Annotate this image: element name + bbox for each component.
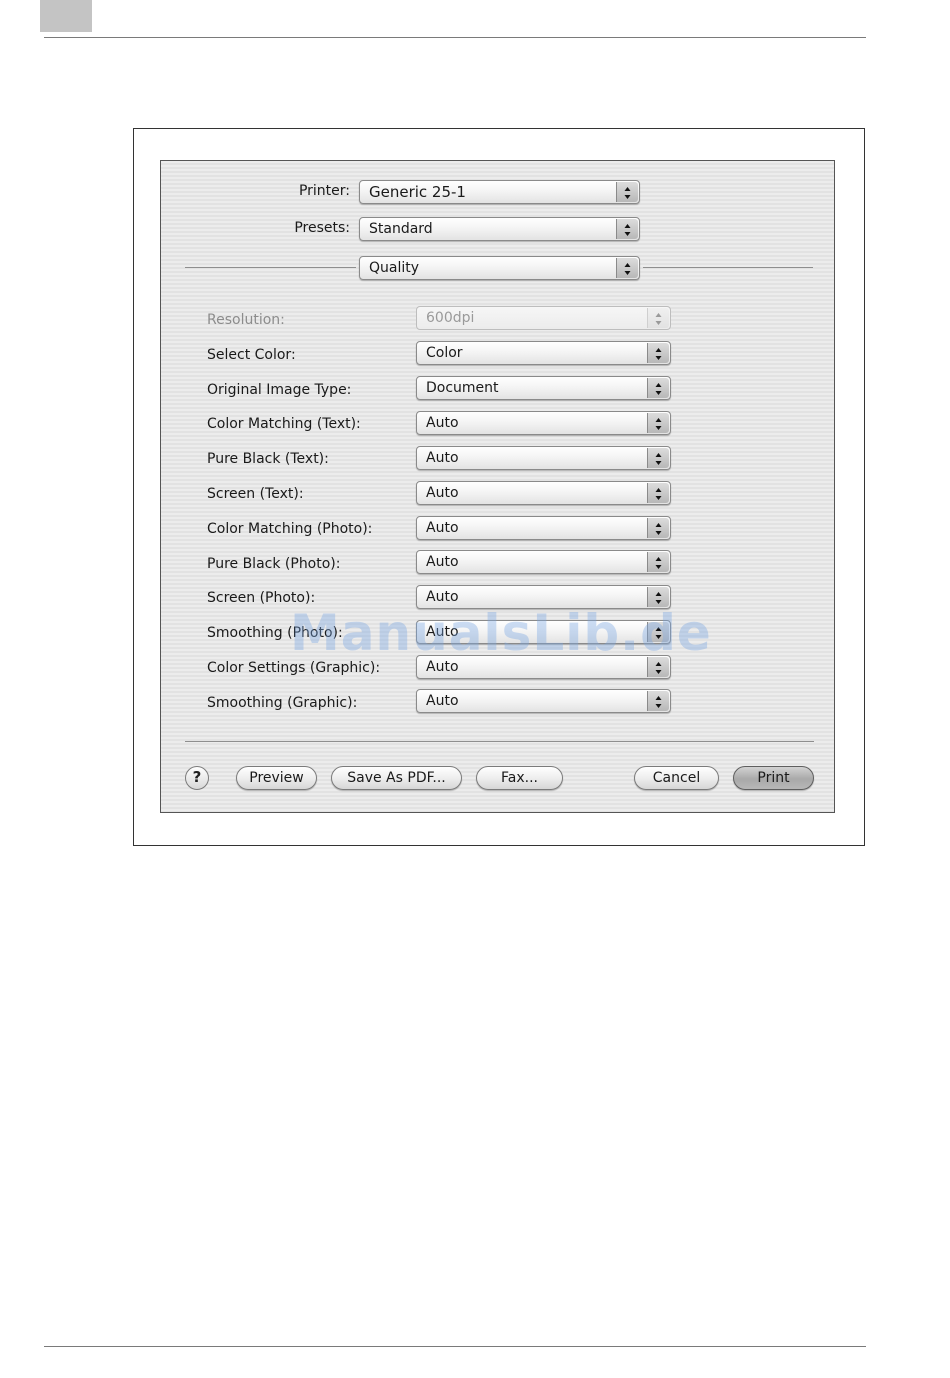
up-down-arrows-icon xyxy=(647,483,669,503)
presets-select[interactable]: Standard xyxy=(359,217,640,241)
smoothing-graphic-label: Smoothing (Graphic): xyxy=(207,695,358,711)
select-color-value: Color xyxy=(426,345,463,361)
panel-value: Quality xyxy=(369,260,420,276)
pure-black-text-label: Pure Black (Text): xyxy=(207,451,329,467)
screen-photo-select[interactable]: Auto xyxy=(416,585,671,609)
panel-separator-left xyxy=(185,267,356,268)
up-down-arrows-icon xyxy=(647,308,669,328)
color-matching-text-label: Color Matching (Text): xyxy=(207,416,361,432)
color-matching-text-select[interactable]: Auto xyxy=(416,411,671,435)
screen-photo-label: Screen (Photo): xyxy=(207,590,316,606)
select-color-label: Select Color: xyxy=(207,347,296,363)
panel-select[interactable]: Quality xyxy=(359,256,640,280)
up-down-arrows-icon xyxy=(647,552,669,572)
smoothing-photo-label: Smoothing (Photo): xyxy=(207,625,343,641)
smoothing-photo-select[interactable]: Auto xyxy=(416,620,671,644)
up-down-arrows-icon xyxy=(647,518,669,538)
printer-select[interactable]: Generic 25-1 xyxy=(359,180,640,204)
page-header-rule xyxy=(44,37,866,38)
screen-text-select[interactable]: Auto xyxy=(416,481,671,505)
buttons-separator xyxy=(185,741,814,742)
select-color-select[interactable]: Color xyxy=(416,341,671,365)
pure-black-text-value: Auto xyxy=(426,450,459,466)
resolution-value: 600dpi xyxy=(426,310,475,326)
resolution-label: Resolution: xyxy=(207,312,285,328)
up-down-arrows-icon xyxy=(647,448,669,468)
color-matching-text-value: Auto xyxy=(426,415,459,431)
pure-black-photo-select[interactable]: Auto xyxy=(416,550,671,574)
original-image-type-select[interactable]: Document xyxy=(416,376,671,400)
original-image-type-label: Original Image Type: xyxy=(207,382,352,398)
resolution-select: 600dpi xyxy=(416,306,671,330)
up-down-arrows-icon xyxy=(647,657,669,677)
color-matching-photo-value: Auto xyxy=(426,520,459,536)
color-settings-graphic-select[interactable]: Auto xyxy=(416,655,671,679)
pure-black-photo-label: Pure Black (Photo): xyxy=(207,556,341,572)
panel-separator-right xyxy=(643,267,813,268)
printer-label: Printer: xyxy=(298,183,350,199)
printer-value: Generic 25-1 xyxy=(369,183,466,201)
smoothing-photo-value: Auto xyxy=(426,624,459,640)
print-button[interactable]: Print xyxy=(733,766,814,790)
save-as-pdf-button[interactable]: Save As PDF... xyxy=(331,766,462,790)
smoothing-graphic-select[interactable]: Auto xyxy=(416,689,671,713)
presets-value: Standard xyxy=(369,221,433,237)
up-down-arrows-icon xyxy=(647,413,669,433)
color-settings-graphic-value: Auto xyxy=(426,659,459,675)
color-matching-photo-select[interactable]: Auto xyxy=(416,516,671,540)
up-down-arrows-icon xyxy=(647,378,669,398)
up-down-arrows-icon xyxy=(616,182,638,202)
fax-button[interactable]: Fax... xyxy=(476,766,563,790)
original-image-type-value: Document xyxy=(426,380,499,396)
cancel-button[interactable]: Cancel xyxy=(634,766,719,790)
preview-button[interactable]: Preview xyxy=(236,766,317,790)
up-down-arrows-icon xyxy=(647,622,669,642)
color-matching-photo-label: Color Matching (Photo): xyxy=(207,521,373,537)
pure-black-photo-value: Auto xyxy=(426,554,459,570)
up-down-arrows-icon xyxy=(647,691,669,711)
screen-photo-value: Auto xyxy=(426,589,459,605)
up-down-arrows-icon xyxy=(647,587,669,607)
screen-text-label: Screen (Text): xyxy=(207,486,304,502)
smoothing-graphic-value: Auto xyxy=(426,693,459,709)
color-settings-graphic-label: Color Settings (Graphic): xyxy=(207,660,381,676)
up-down-arrows-icon xyxy=(616,258,638,278)
screen-text-value: Auto xyxy=(426,485,459,501)
up-down-arrows-icon xyxy=(616,219,638,239)
page-footer-rule xyxy=(44,1346,866,1347)
up-down-arrows-icon xyxy=(647,343,669,363)
pure-black-text-select[interactable]: Auto xyxy=(416,446,671,470)
page-corner-tab xyxy=(40,0,92,32)
help-button[interactable]: ? xyxy=(185,766,209,790)
presets-label: Presets: xyxy=(294,220,350,236)
